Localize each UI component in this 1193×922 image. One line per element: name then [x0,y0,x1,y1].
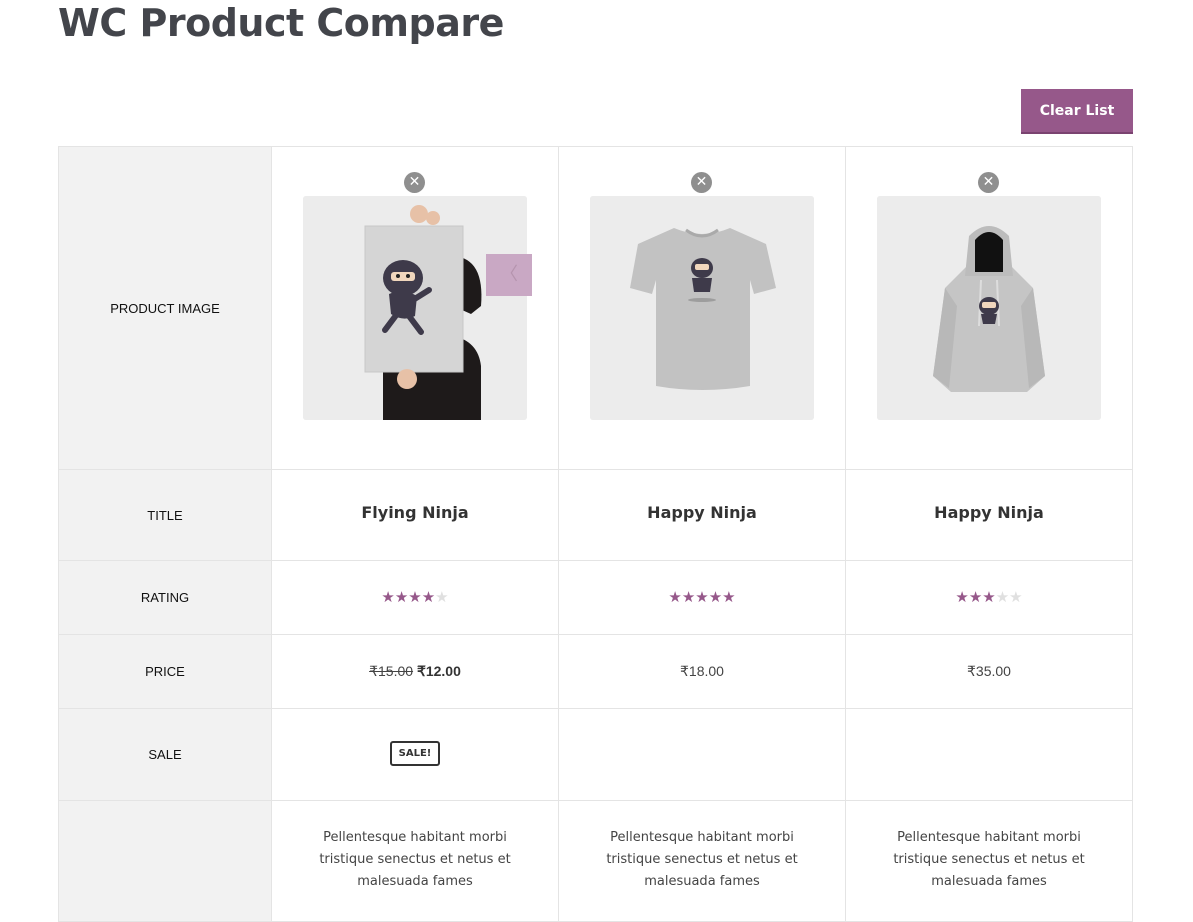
product-description: Pellentesque habitant morbi tristique se… [319,830,511,889]
sale-badge: SALE! [389,741,441,766]
row-label-rating: RATING [58,560,272,635]
product-description: Pellentesque habitant morbi tristique se… [893,830,1085,889]
row-label-image: PRODUCT IMAGE [58,146,272,470]
product-title-link[interactable]: Happy Ninja [846,503,1132,522]
product-description: Pellentesque habitant morbi tristique se… [606,830,798,889]
row-label-description [58,800,272,922]
table-row-image: PRODUCT IMAGE ✕ 〈 ✕ ✕ [58,146,1133,470]
table-row-sale: SALE SALE! [58,708,1133,801]
product-image-hoodie[interactable] [877,196,1101,420]
product-cell-2: ✕ [558,146,846,470]
star-filled-icon: ★ [668,588,682,606]
star-rating: ★★★★★ [955,590,1022,605]
star-filled-icon: ★ [394,588,409,606]
star-filled-icon: ★ [982,588,996,606]
star-empty-icon: ★ [995,588,1010,606]
remove-icon[interactable]: ✕ [691,172,712,193]
table-row-price: PRICE ₹15.00 ₹12.00 ₹18.00 ₹35.00 [58,634,1133,709]
empty-cell [845,708,1133,801]
product-cell-3: ✕ [845,146,1133,470]
product-image-tshirt[interactable] [590,196,814,420]
star-filled-icon: ★ [681,588,696,606]
star-filled-icon: ★ [421,588,436,606]
product-price: ₹15.00 ₹12.00 [369,663,461,679]
star-filled-icon: ★ [708,588,723,606]
star-rating: ★★★★★ [668,590,735,605]
row-label-sale: SALE [58,708,272,801]
product-cell-1: ✕ 〈 [271,146,559,470]
product-price: ₹35.00 [967,662,1011,679]
star-filled-icon: ★ [408,588,422,606]
remove-icon[interactable]: ✕ [978,172,999,193]
star-empty-icon: ★ [1009,588,1023,606]
table-row-title: TITLE Flying Ninja Happy Ninja Happy Nin… [58,469,1133,561]
clear-list-button[interactable]: Clear List [1021,89,1133,134]
table-row-description: Pellentesque habitant morbi tristique se… [58,800,1133,922]
table-row-rating: RATING ★★★★★ ★★★★★ ★★★★★ [58,560,1133,635]
star-filled-icon: ★ [968,588,983,606]
product-title-link[interactable]: Happy Ninja [559,503,845,522]
regular-price: ₹15.00 [369,662,414,679]
product-title-link[interactable]: Flying Ninja [272,503,558,522]
star-filled-icon: ★ [955,588,969,606]
carousel-prev-button[interactable]: 〈 [486,254,532,296]
product-price: ₹18.00 [680,662,724,679]
remove-icon[interactable]: ✕ [404,172,425,193]
row-label-price: PRICE [58,634,272,709]
star-empty-icon: ★ [435,588,449,606]
sale-price: ₹12.00 [416,662,461,679]
empty-cell [558,708,846,801]
star-filled-icon: ★ [722,588,736,606]
star-filled-icon: ★ [695,588,709,606]
row-label-title: TITLE [58,469,272,561]
page-title: WC Product Compare [58,1,504,45]
product-image-poster[interactable] [303,196,527,420]
star-rating: ★★★★★ [381,590,448,605]
star-filled-icon: ★ [381,588,395,606]
compare-table: PRODUCT IMAGE ✕ 〈 ✕ ✕ TITLE Flying Ninja… [58,146,1133,922]
